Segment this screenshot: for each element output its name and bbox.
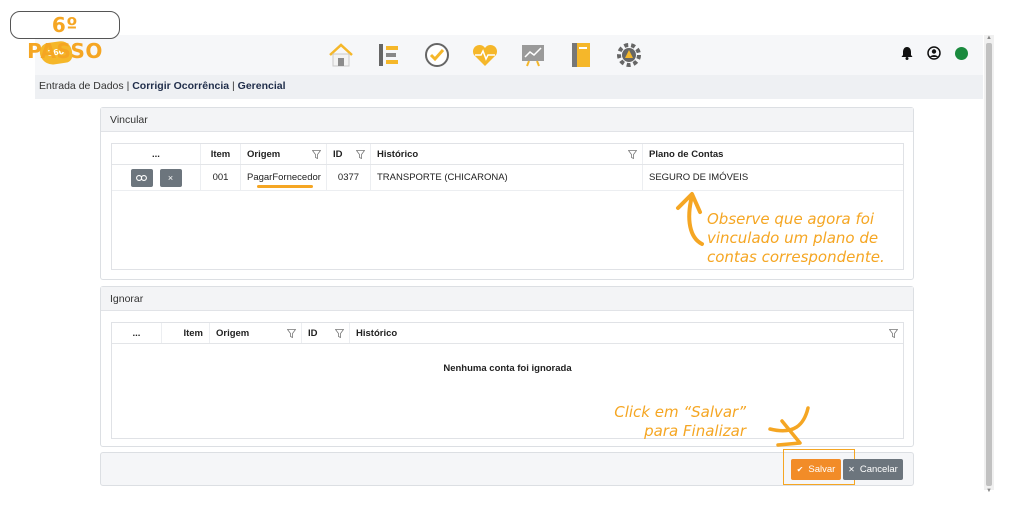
hierarchy-icon[interactable] <box>373 40 405 70</box>
user-circle-icon[interactable] <box>927 46 941 60</box>
cell-historico: TRANSPORTE (CHICARONA) <box>371 165 643 190</box>
col-id-label: ID <box>308 327 318 339</box>
col-historico[interactable]: Histórico <box>350 323 903 343</box>
col-actions: ... <box>112 144 201 164</box>
col-plano[interactable]: Plano de Contas <box>643 144 903 164</box>
cell-id: 0377 <box>327 165 371 190</box>
observe-note: Observe que agora foi vinculado um plano… <box>707 210 885 266</box>
link-button[interactable] <box>130 168 153 187</box>
col-item[interactable]: Item <box>201 144 241 164</box>
annotation-arrow-down-icon <box>768 406 810 447</box>
filter-icon[interactable] <box>286 329 297 341</box>
highlight-underline <box>257 185 313 188</box>
cancel-button[interactable]: ✕ Cancelar <box>843 459 903 480</box>
link-icon <box>136 174 147 181</box>
empty-message: Nenhuma conta foi ignorada <box>443 363 572 374</box>
breadcrumb: Entrada de Dados | Corrigir Ocorrência |… <box>35 75 983 99</box>
col-id[interactable]: ID <box>327 144 371 164</box>
col-id-label: ID <box>333 148 343 160</box>
page-scrollbar[interactable]: ▲ ▼ <box>984 35 994 494</box>
remove-button[interactable]: × <box>159 168 182 187</box>
vincular-title: Vincular <box>101 108 913 132</box>
filter-icon[interactable] <box>627 150 638 162</box>
step-badge: 6º PASSO <box>10 11 120 63</box>
col-historico-label: Histórico <box>356 327 398 339</box>
book-icon[interactable] <box>565 40 597 70</box>
scroll-up-icon[interactable]: ▲ <box>986 35 992 41</box>
heart-pulse-icon[interactable] <box>469 40 501 70</box>
table-row[interactable]: × 001 PagarFornecedor 0377 TRANSPORTE (C… <box>112 165 903 191</box>
breadcrumb-item-gerencial[interactable]: Gerencial <box>238 80 286 92</box>
col-id[interactable]: ID <box>302 323 350 343</box>
ignorar-grid-header: ... Item Origem ID Histórico <box>112 323 903 344</box>
col-historico[interactable]: Histórico <box>371 144 643 164</box>
main-nav <box>325 40 661 70</box>
check-icon: ✔ <box>796 465 804 474</box>
chart-board-icon[interactable] <box>517 40 549 70</box>
breadcrumb-item-corrigir[interactable]: Corrigir Ocorrência <box>132 80 229 92</box>
save-button[interactable]: ✔ Salvar <box>791 459 841 480</box>
top-navbar: 360 <box>35 35 983 75</box>
cell-plano[interactable]: SEGURO DE IMÓVEIS <box>643 165 903 190</box>
filter-icon[interactable] <box>334 329 345 341</box>
filter-icon[interactable] <box>888 329 899 341</box>
check-circle-icon[interactable] <box>421 40 453 70</box>
col-historico-label: Histórico <box>377 148 419 160</box>
col-item[interactable]: Item <box>162 323 210 343</box>
col-origem-label: Origem <box>247 148 281 160</box>
scrollbar-thumb[interactable] <box>986 43 992 486</box>
col-actions: ... <box>112 323 162 343</box>
filter-icon[interactable] <box>311 150 322 162</box>
screenshot: 6º PASSO 360 <box>0 0 1024 523</box>
col-origem-label: Origem <box>216 327 250 339</box>
click-note: Click em “Salvar” para Finalizar <box>614 403 746 440</box>
scroll-down-icon[interactable]: ▼ <box>986 488 992 494</box>
close-icon: ✕ <box>848 465 855 474</box>
user-area <box>887 46 968 60</box>
ignorar-title: Ignorar <box>101 287 913 311</box>
col-origem[interactable]: Origem <box>210 323 302 343</box>
breadcrumb-item-entrada[interactable]: Entrada de Dados <box>39 80 124 92</box>
col-origem[interactable]: Origem <box>241 144 327 164</box>
filter-icon[interactable] <box>355 150 366 162</box>
vincular-grid-header: ... Item Origem ID Histórico Plano de Co… <box>112 144 903 165</box>
row-actions: × <box>112 165 201 190</box>
bell-icon[interactable] <box>901 46 913 60</box>
settings-triangle-icon[interactable] <box>613 40 645 70</box>
status-dot-icon <box>955 46 968 60</box>
home-icon[interactable] <box>325 40 357 70</box>
cell-item: 001 <box>201 165 241 190</box>
annotation-arrow-up-icon <box>676 192 704 246</box>
